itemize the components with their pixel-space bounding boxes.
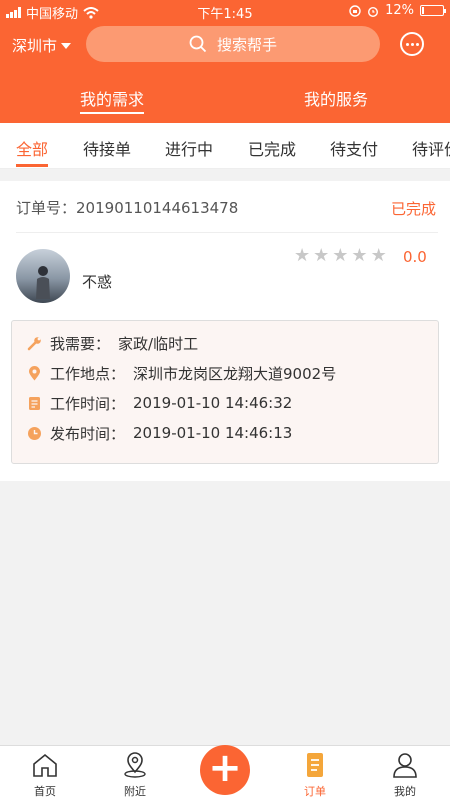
message-dot-icon xyxy=(410,42,414,46)
nearby-pin-icon xyxy=(124,752,146,778)
detail-row-publish-time: 发布时间： 2019-01-10 14:46:13 xyxy=(27,422,292,444)
order-icon xyxy=(307,753,323,777)
message-button[interactable] xyxy=(400,32,424,56)
filter-tab-label: 待支付 xyxy=(330,140,379,159)
tab-label: 我的服务 xyxy=(304,90,369,109)
profile-icon xyxy=(393,753,417,778)
tabbar-label: 首页 xyxy=(34,785,56,798)
tabbar-label: 订单 xyxy=(304,785,326,798)
tabbar-label: 我的 xyxy=(394,785,416,798)
filter-tab-pending-accept[interactable]: 待接单 xyxy=(83,136,131,160)
tabbar-home[interactable]: 首页 xyxy=(15,752,75,799)
search-icon xyxy=(189,35,207,53)
star-icon: ★ xyxy=(294,245,311,266)
filter-tab-label: 全部 xyxy=(16,140,49,159)
detail-value: 家政/临时工 xyxy=(118,334,199,353)
top-header: 中国移动 下午1:45 12% 深圳市 搜索帮手 我的需求 我的服务 xyxy=(0,0,450,123)
publish-button[interactable]: + xyxy=(200,745,250,795)
filter-tab-pending-review[interactable]: 待评价 xyxy=(412,136,450,160)
status-bar: 中国移动 下午1:45 12% xyxy=(0,0,450,22)
filter-tab-label: 已完成 xyxy=(248,140,297,159)
rating-score: 0.0 xyxy=(403,248,427,266)
search-placeholder: 搜索帮手 xyxy=(216,35,277,54)
battery-icon xyxy=(420,5,446,16)
tabbar-nearby[interactable]: 附近 xyxy=(105,752,165,799)
filter-tab-label: 进行中 xyxy=(165,140,214,159)
message-dot-icon xyxy=(415,42,419,46)
detail-row-work-time: 工作时间： 2019-01-10 14:46:32 xyxy=(27,392,292,414)
star-icon: ★ xyxy=(332,245,349,266)
battery-percent: 12% xyxy=(385,3,414,18)
clock-time: 下午1:45 xyxy=(197,7,253,22)
order-number-row: 订单号：20190110144613478 xyxy=(16,197,438,218)
detail-value: 2019-01-10 14:46:13 xyxy=(133,424,293,442)
city-label: 深圳市 xyxy=(12,37,58,55)
detail-label: 工作时间： xyxy=(50,394,126,413)
filter-tab-in-progress[interactable]: 进行中 xyxy=(165,136,213,160)
rating-stars: ★ ★ ★ ★ ★ xyxy=(294,247,387,265)
divider xyxy=(16,232,438,233)
tab-my-requests[interactable]: 我的需求 xyxy=(80,86,145,114)
wrench-icon xyxy=(27,336,41,350)
filter-tab-all[interactable]: 全部 xyxy=(16,136,49,167)
detail-row-location: 工作地点： 深圳市龙岗区龙翔大道9002号 xyxy=(27,362,336,384)
active-filter-underline xyxy=(16,164,49,167)
tabbar-label: 附近 xyxy=(124,785,146,798)
star-icon: ★ xyxy=(313,245,330,266)
caret-down-icon xyxy=(61,42,72,49)
order-number: 20190110144613478 xyxy=(76,199,239,217)
search-bar[interactable]: 搜索帮手 xyxy=(86,26,380,62)
detail-label: 发布时间： xyxy=(50,424,126,443)
clock-icon xyxy=(28,426,41,440)
order-card[interactable]: 订单号：20190110144613478 已完成 不惑 ★ ★ ★ ★ ★ 0… xyxy=(0,181,450,481)
star-icon: ★ xyxy=(370,245,387,266)
main-tabs: 我的需求 我的服务 xyxy=(0,70,450,123)
order-number-label: 订单号： xyxy=(16,199,77,217)
detail-value: 深圳市龙岗区龙翔大道9002号 xyxy=(133,364,337,383)
filter-tab-label: 待接单 xyxy=(83,140,132,159)
active-tab-underline xyxy=(80,112,145,114)
detail-label: 工作地点： xyxy=(50,364,126,383)
avatar[interactable] xyxy=(16,249,70,303)
user-name: 不惑 xyxy=(82,273,113,291)
order-status: 已完成 xyxy=(390,200,436,218)
tab-label: 我的需求 xyxy=(80,90,145,109)
tab-my-services[interactable]: 我的服务 xyxy=(304,86,368,110)
filter-tab-completed[interactable]: 已完成 xyxy=(248,136,296,160)
orientation-lock-icon xyxy=(349,4,361,17)
tabbar-profile[interactable]: 我的 xyxy=(375,752,435,799)
avatar-person-icon xyxy=(36,266,50,299)
message-dot-icon xyxy=(405,42,409,46)
detail-row-need: 我需要： 家政/临时工 xyxy=(27,332,198,354)
city-selector[interactable]: 深圳市 xyxy=(12,35,72,56)
home-icon xyxy=(33,753,57,777)
detail-label: 我需要： xyxy=(50,334,111,353)
work-time-icon xyxy=(29,396,40,410)
location-pin-icon xyxy=(29,365,40,380)
filter-tab-pending-payment[interactable]: 待支付 xyxy=(330,136,378,160)
tabbar-orders[interactable]: 订单 xyxy=(285,752,345,799)
alarm-icon xyxy=(368,6,379,17)
detail-value: 2019-01-10 14:46:32 xyxy=(133,394,293,412)
status-filter-tabs: 全部 待接单 进行中 已完成 待支付 待评价 xyxy=(0,123,450,169)
plus-icon: + xyxy=(208,745,242,791)
filter-tab-label: 待评价 xyxy=(412,140,450,159)
star-icon: ★ xyxy=(351,245,368,266)
order-details: 我需要： 家政/临时工 工作地点： 深圳市龙岗区龙翔大道9002号 工作时间： 201… xyxy=(11,320,439,464)
